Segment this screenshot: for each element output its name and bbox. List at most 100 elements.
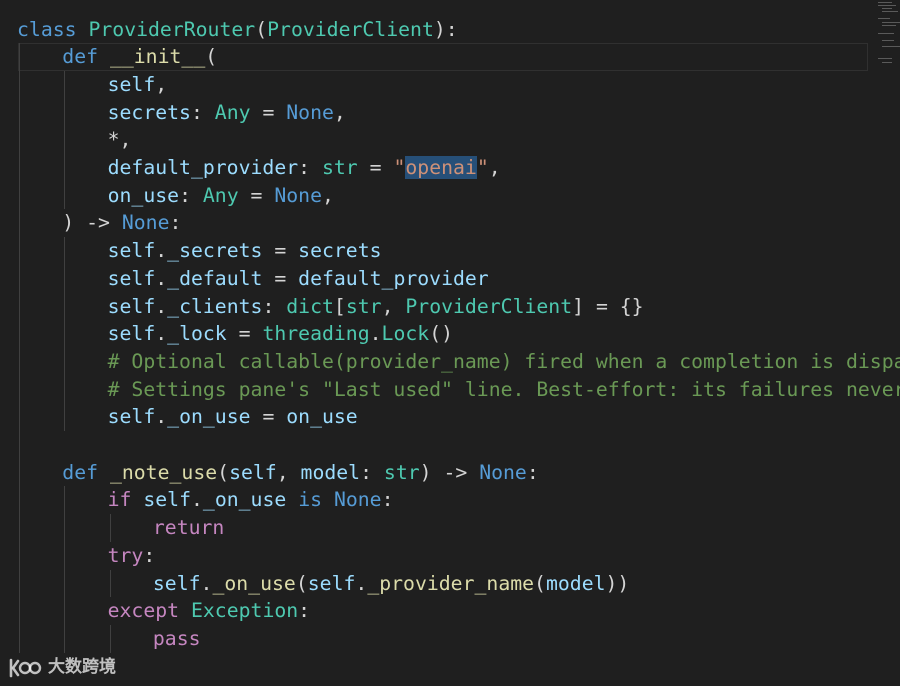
code-token: ,: [322, 183, 334, 207]
code-token: [: [333, 294, 346, 318]
code-token: self: [152, 571, 201, 595]
code-token: _provider_name: [367, 571, 535, 595]
code-token: (: [205, 45, 218, 69]
code-token: _clients: [167, 294, 263, 318]
code-token: str: [345, 294, 382, 318]
code-line: def __init__(: [0, 43, 900, 71]
code-token: ): [62, 211, 75, 235]
code-token: _on_use: [202, 488, 287, 512]
code-token: ) ->: [419, 460, 480, 484]
code-line-text: try:: [108, 542, 156, 570]
code-line: self,: [0, 71, 900, 99]
code-token: .: [155, 239, 168, 263]
code-line-text: except Exception:: [108, 597, 311, 625]
code-token: self: [107, 266, 156, 290]
code-token: :: [143, 543, 156, 567]
code-token: ProviderRouter: [88, 17, 256, 41]
code-token: (: [534, 571, 546, 595]
code-line-text: *,: [108, 126, 132, 154]
code-token: self: [143, 488, 191, 512]
code-line: secrets: Any = None,: [0, 99, 900, 127]
code-token: ProviderClient: [405, 294, 573, 318]
code-line: self._secrets = secrets: [0, 237, 900, 265]
code-token: is: [298, 488, 323, 512]
code-token: Exception: [190, 599, 299, 623]
code-token: pass: [152, 626, 201, 650]
code-token: ": [393, 156, 406, 179]
code-token: self: [307, 571, 356, 595]
code-line-text: self._on_use = on_use: [108, 403, 358, 431]
code-token: default_provider: [107, 156, 299, 179]
code-token: _default: [167, 266, 263, 290]
code-token: Any: [214, 100, 251, 124]
code-token: ,: [155, 72, 168, 96]
code-line-text: if self._on_use is None:: [108, 486, 394, 514]
code-token: :: [190, 100, 215, 124]
code-line: pass: [0, 625, 900, 653]
code-token: =: [262, 239, 299, 263]
code-line: # Settings pane's "Last used" line. Best…: [0, 376, 900, 404]
code-token: ):: [433, 17, 458, 41]
code-token: :: [298, 156, 322, 179]
code-line: except Exception:: [0, 597, 900, 625]
minimap[interactable]: [874, 0, 900, 70]
code-line: try:: [0, 542, 900, 570]
code-line-text: # Optional callable(provider_name) fired…: [108, 348, 900, 376]
code-token: except: [107, 599, 180, 623]
selected-token: openai: [405, 156, 477, 179]
code-token: _on_use: [212, 571, 296, 595]
code-token: .: [355, 571, 368, 595]
code-line-text: self,: [108, 71, 168, 99]
code-editor[interactable]: class ProviderRouter(ProviderClient): def…: [0, 0, 900, 686]
code-line: self._on_use(self._provider_name(model)): [0, 570, 900, 598]
code-token: :: [262, 294, 287, 318]
code-token: (: [295, 571, 308, 595]
code-line-text: default_provider: str = "openai",: [108, 154, 501, 182]
code-line-text: pass: [153, 625, 201, 653]
code-token: self: [107, 294, 156, 318]
code-token: # Settings pane's "Last used" line. Best…: [107, 377, 900, 401]
code-token: :: [298, 599, 311, 623]
code-line: return: [0, 514, 900, 542]
code-line: self._on_use = on_use: [0, 403, 900, 431]
code-line-text: # Settings pane's "Last used" line. Best…: [108, 376, 900, 404]
code-line-text: self._clients: dict[str, ProviderClient]…: [108, 293, 644, 321]
code-token: _secrets: [167, 239, 263, 263]
code-line: self._lock = threading.Lock(): [0, 320, 900, 348]
code-line: class ProviderRouter(ProviderClient):: [0, 16, 900, 44]
code-token: _lock: [167, 322, 227, 346]
code-token: def: [62, 45, 99, 69]
code-token: model: [300, 460, 361, 484]
code-token: ,: [381, 294, 406, 318]
code-line-text: secrets: Any = None,: [108, 99, 346, 127]
code-token: )): [605, 571, 630, 595]
code-token: dict: [286, 294, 334, 318]
code-token: .: [190, 488, 203, 512]
code-token: (): [429, 322, 454, 346]
code-token: on_use: [286, 405, 358, 429]
code-token: .: [155, 266, 168, 290]
code-token: on_use: [107, 183, 180, 207]
code-line-text: on_use: Any = None,: [108, 182, 334, 210]
code-token: ProviderClient: [267, 17, 434, 41]
code-token: str: [321, 156, 358, 179]
code-token: __init__: [109, 45, 206, 69]
code-token: def: [62, 460, 99, 484]
code-token: default_provider: [298, 266, 489, 290]
code-token: None: [286, 100, 334, 124]
code-line: *,: [0, 126, 900, 154]
kico-logo-icon: [9, 658, 42, 678]
code-line-text: self._default = default_provider: [108, 265, 489, 293]
code-token: ,: [488, 156, 501, 179]
code-token: Any: [202, 183, 239, 207]
code-line-text: class ProviderRouter(ProviderClient):: [17, 16, 458, 44]
code-token: self: [107, 405, 156, 429]
code-line: self._clients: dict[str, ProviderClient]…: [0, 293, 900, 321]
code-token: (: [255, 17, 268, 41]
